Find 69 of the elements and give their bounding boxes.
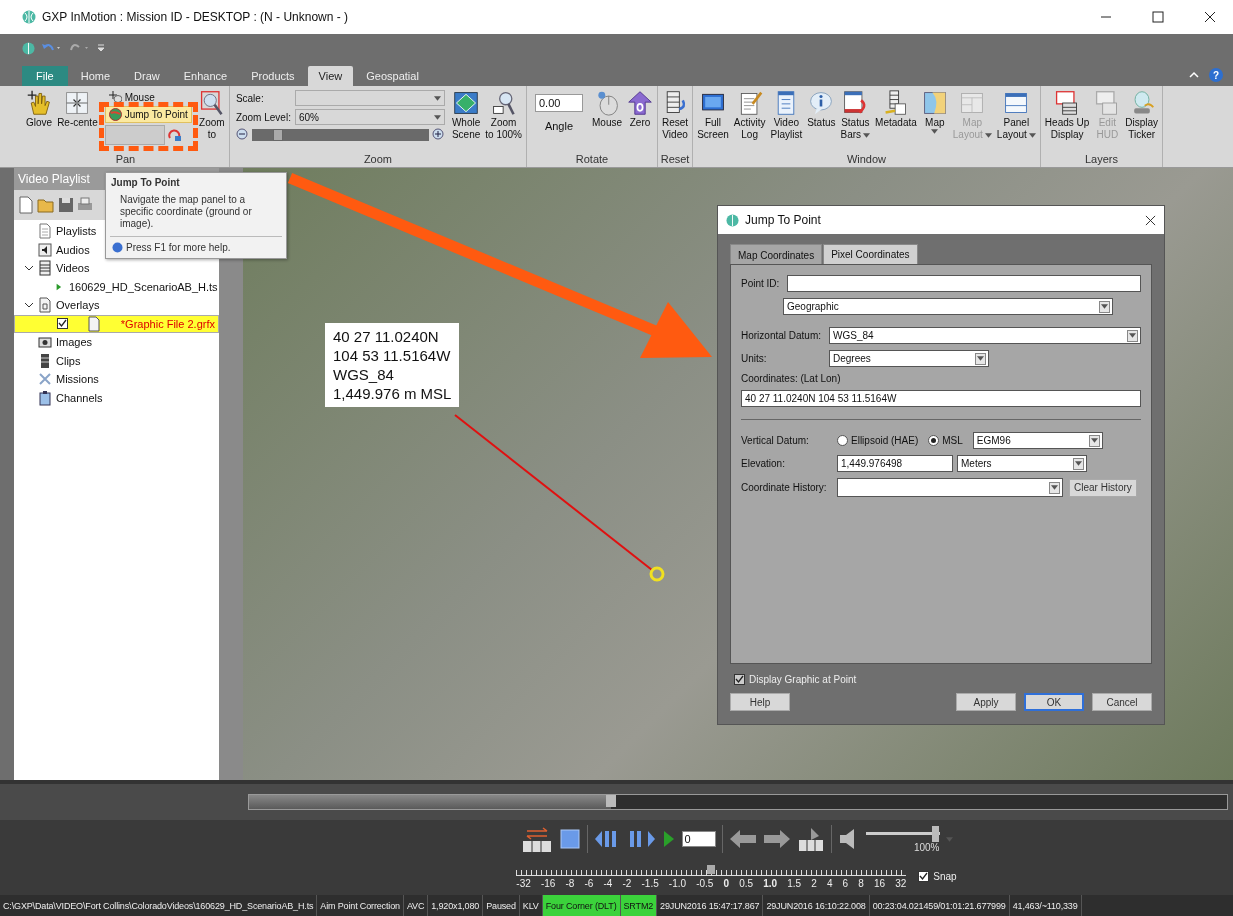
tick-label: -16 <box>540 877 556 889</box>
tick-label: 8 <box>858 877 864 889</box>
status-field: 29JUN2016 15:47:17.867 <box>657 895 764 916</box>
tree-item-label: Missions <box>56 373 99 386</box>
status-field: C:\GXP\Data\VIDEO\Fort Collins\ColoradoVideos\160629_HD_ScenarioAB_H.ts <box>0 895 318 916</box>
status-field: 41,463/~110,339 <box>1009 895 1082 916</box>
field-label: Point ID: <box>741 278 781 289</box>
scale-label: Scale: <box>235 92 265 104</box>
tick-label: -1.0 <box>668 877 687 889</box>
status-field: 00:23:04.021459/01:01:21.677999 <box>869 895 1010 916</box>
angle-label: Angle <box>544 120 574 132</box>
tick-label: 2 <box>811 877 817 889</box>
status-field: 1,920x1,080 <box>428 895 484 916</box>
field-label: Coordinate History: <box>741 482 828 493</box>
tick-label: 0.5 <box>739 877 754 889</box>
tick-label: -8 <box>565 877 575 889</box>
callout-line: 104 53 11.5164W <box>333 346 452 365</box>
tree-item-label: Videos <box>56 262 90 275</box>
callout-line: 1,449.976 m MSL <box>333 384 452 403</box>
field-label: Vertical Datum: <box>741 435 810 446</box>
field-label: Horizontal Datum: <box>741 330 823 341</box>
volume-reading: 100% <box>913 841 940 853</box>
tooltip-title: Jump To Point <box>110 176 181 190</box>
group-label: Rotate <box>574 153 610 167</box>
status-field: SRTM2 <box>620 895 658 916</box>
field-label: Units: <box>741 353 768 364</box>
tick-label: 1.5 <box>787 877 802 889</box>
field-label: Coordinates: (Lat Lon) <box>741 373 842 384</box>
tree-item-label: *Graphic File 2.grfx <box>120 317 215 330</box>
tick-label: 6 <box>842 877 849 889</box>
tick-label: 32 <box>895 877 907 889</box>
tick-label: 4 <box>826 877 833 889</box>
group-label: Window <box>845 153 888 167</box>
status-field: Paused <box>483 895 520 916</box>
checkbox-label: Snap <box>933 871 957 882</box>
tick-label: -0.5 <box>696 877 714 889</box>
tree-item-label: 160629_HD_ScenarioAB_H.ts <box>69 280 218 293</box>
tree-item-label: Images <box>56 336 93 349</box>
tick-label: -2 <box>622 877 632 889</box>
tick-label: -6 <box>584 877 594 889</box>
tick-label: -4 <box>603 877 613 889</box>
group-label: Reset <box>660 153 691 167</box>
tick-label: -32 <box>516 877 531 889</box>
group-label: Pan <box>114 153 137 167</box>
dialog-title: Jump To Point <box>745 213 821 227</box>
tree-item-label: Clips <box>56 354 81 367</box>
window-title: GXP InMotion : Mission ID - DESKTOP : (N - Unknown - ) <box>42 10 349 24</box>
status-field: 29JUN2016 16:10:22.008 <box>763 895 870 916</box>
status-field: Aim Point Correction <box>317 895 404 916</box>
checkbox-label: Display Graphic at Point <box>749 674 857 685</box>
tree-item-label: Channels <box>56 391 103 404</box>
tree-item-label: Playlists <box>56 225 97 238</box>
tree-item-label: Audios <box>56 243 90 256</box>
tick-label: 16 <box>873 877 886 889</box>
field-label: Elevation: <box>741 458 786 469</box>
group-label: Zoom <box>362 153 393 167</box>
tick-label: 0 <box>723 877 730 889</box>
callout-line: WGS_84 <box>333 365 395 384</box>
tooltip-text: Navigate the map panel to a specific coordinate (ground or image). <box>119 193 253 231</box>
tree-item-label: Overlays <box>56 299 100 312</box>
tooltip-help-text: Press F1 for more help. <box>126 242 231 253</box>
tick-label: -1.5 <box>641 877 659 889</box>
status-field: Four Corner (DLT) <box>542 895 621 916</box>
group-label: Layers <box>1083 153 1119 167</box>
tick-label: 1.0 <box>763 877 778 889</box>
status-field: AVC <box>403 895 429 916</box>
zoom-level-label: Zoom Level: <box>235 111 291 123</box>
status-field: KLV <box>519 895 543 916</box>
callout-line: 40 27 11.0240N <box>333 327 440 346</box>
